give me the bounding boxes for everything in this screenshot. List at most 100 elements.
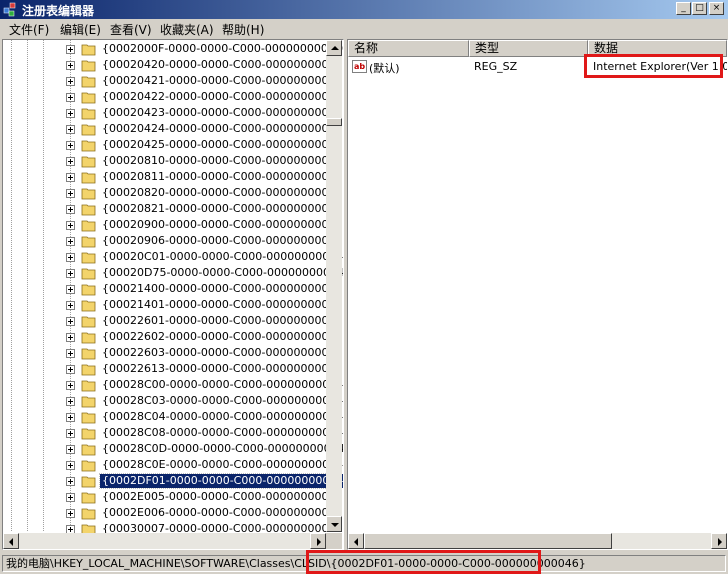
tree-item[interactable]: {0002E005-0000-0000-C000-000000000046}	[3, 489, 343, 505]
expand-plus-icon[interactable]	[66, 381, 75, 390]
expand-plus-icon[interactable]	[66, 413, 75, 422]
scroll-thumb[interactable]	[326, 118, 342, 126]
tree-item-label: {00028C0E-0000-0000-C000-000000000046}	[102, 458, 344, 471]
tree-item[interactable]: {00022613-0000-0000-C000-000000000046}	[3, 361, 343, 377]
tree-item[interactable]: {00028C04-0000-0000-C000-000000000046}	[3, 409, 343, 425]
tree-item[interactable]: {00028C0E-0000-0000-C000-000000000046}	[3, 457, 343, 473]
tree-item[interactable]: {00020811-0000-0000-C000-000000000046}	[3, 169, 343, 185]
open-folder-icon	[81, 476, 96, 488]
tree-horizontal-scrollbar[interactable]	[3, 533, 326, 549]
value-type: REG_SZ	[474, 60, 518, 73]
minimize-button[interactable]: _	[676, 2, 691, 15]
expand-plus-icon[interactable]	[66, 61, 75, 70]
expand-plus-icon[interactable]	[66, 477, 75, 486]
status-path-key: {0002DF01-0000-0000-C000-000000000046}	[330, 557, 586, 570]
expand-plus-icon[interactable]	[66, 269, 75, 278]
tree-item[interactable]: {00020906-0000-0000-C000-000000000046}	[3, 233, 343, 249]
menu-favorites[interactable]: 收藏夹(A)	[160, 21, 214, 38]
tree-item[interactable]: {0002DF01-0000-0000-C000-000000000046}	[3, 473, 343, 489]
tree-item[interactable]: {00020422-0000-0000-C000-000000000046}	[3, 89, 343, 105]
tree-item[interactable]: {00020C01-0000-0000-C000-000000000046}	[3, 249, 343, 265]
menu-file[interactable]: 文件(F)	[9, 21, 49, 38]
close-button[interactable]: ×	[709, 2, 724, 15]
expand-plus-icon[interactable]	[66, 445, 75, 454]
folder-icon	[81, 140, 96, 152]
maximize-button[interactable]: □	[692, 2, 707, 15]
expand-plus-icon[interactable]	[66, 93, 75, 102]
tree-item[interactable]: {00020424-0000-0000-C000-000000000046}	[3, 121, 343, 137]
expand-plus-icon[interactable]	[66, 253, 75, 262]
tree-item[interactable]: {00022601-0000-0000-C000-000000000046}	[3, 313, 343, 329]
tree-item[interactable]: {00021400-0000-0000-C000-000000000046}	[3, 281, 343, 297]
tree-item[interactable]: {00020421-0000-0000-C000-000000000046}	[3, 73, 343, 89]
status-path-prefix: 我的电脑\HKEY_LOCAL_MACHINE\SOFTWARE\Classes…	[6, 557, 331, 570]
key-tree-pane[interactable]: {0002000F-0000-0000-C000-000000000046} {0…	[2, 39, 344, 550]
menu-help[interactable]: 帮助(H)	[222, 21, 264, 38]
tree-item[interactable]: {00028C0D-0000-0000-C000-000000000046}	[3, 441, 343, 457]
list-horizontal-scrollbar[interactable]	[348, 533, 727, 549]
expand-plus-icon[interactable]	[66, 125, 75, 134]
tree-item-label: {00020425-0000-0000-C000-000000000046}	[102, 138, 344, 151]
scroll-up-button[interactable]	[326, 40, 342, 56]
folder-icon	[81, 316, 96, 328]
expand-plus-icon[interactable]	[66, 429, 75, 438]
expand-plus-icon[interactable]	[66, 365, 75, 374]
scroll-left-button[interactable]	[348, 533, 364, 549]
tree-vertical-scrollbar[interactable]	[326, 40, 342, 532]
expand-plus-icon[interactable]	[66, 349, 75, 358]
tree-item[interactable]: {00020900-0000-0000-C000-000000000046}	[3, 217, 343, 233]
tree-item-label: {00020C01-0000-0000-C000-000000000046}	[102, 250, 344, 263]
tree-item[interactable]: {00020423-0000-0000-C000-000000000046}	[3, 105, 343, 121]
scroll-thumb[interactable]	[364, 533, 612, 549]
tree-item[interactable]: {0002E006-0000-0000-C000-000000000046}	[3, 505, 343, 521]
tree-item[interactable]: {00020D75-0000-0000-C000-000000000046}	[3, 265, 343, 281]
expand-plus-icon[interactable]	[66, 205, 75, 214]
folder-icon	[81, 396, 96, 408]
folder-icon	[81, 348, 96, 360]
menu-edit[interactable]: 编辑(E)	[60, 21, 101, 38]
tree-item[interactable]: {00028C00-0000-0000-C000-000000000046}	[3, 377, 343, 393]
scroll-left-button[interactable]	[3, 533, 19, 549]
scroll-right-button[interactable]	[711, 533, 727, 549]
scroll-right-button[interactable]	[310, 533, 326, 549]
expand-plus-icon[interactable]	[66, 173, 75, 182]
tree-item[interactable]: {00020425-0000-0000-C000-000000000046}	[3, 137, 343, 153]
tree-item-label: {00028C03-0000-0000-C000-000000000046}	[102, 394, 344, 407]
expand-plus-icon[interactable]	[66, 333, 75, 342]
expand-plus-icon[interactable]	[66, 45, 75, 54]
expand-plus-icon[interactable]	[66, 77, 75, 86]
down-arrow-icon	[331, 523, 339, 527]
expand-plus-icon[interactable]	[66, 237, 75, 246]
expand-plus-icon[interactable]	[66, 461, 75, 470]
tree-item-label: {0002E005-0000-0000-C000-000000000046}	[102, 490, 344, 503]
expand-plus-icon[interactable]	[66, 493, 75, 502]
column-header-name[interactable]: 名称	[348, 40, 469, 57]
value-row[interactable]: ab (默认) REG_SZ Internet Explorer(Ver 1.0…	[348, 59, 727, 75]
tree-item[interactable]: {0002000F-0000-0000-C000-000000000046}	[3, 41, 343, 57]
tree-item[interactable]: {00020820-0000-0000-C000-000000000046}	[3, 185, 343, 201]
tree-item[interactable]: {00028C03-0000-0000-C000-000000000046}	[3, 393, 343, 409]
expand-plus-icon[interactable]	[66, 317, 75, 326]
expand-plus-icon[interactable]	[66, 301, 75, 310]
values-list-pane[interactable]: 名称 类型 数据 ab (默认) REG_SZ Internet Explore…	[347, 39, 728, 550]
expand-plus-icon[interactable]	[66, 285, 75, 294]
tree-item[interactable]: {00020821-0000-0000-C000-000000000046}	[3, 201, 343, 217]
scroll-down-button[interactable]	[326, 516, 342, 532]
tree-item[interactable]: {00020420-0000-0000-C000-000000000046}	[3, 57, 343, 73]
folder-icon	[81, 156, 96, 168]
expand-plus-icon[interactable]	[66, 157, 75, 166]
expand-plus-icon[interactable]	[66, 509, 75, 518]
tree-item[interactable]: {00020810-0000-0000-C000-000000000046}	[3, 153, 343, 169]
tree-item[interactable]: {00021401-0000-0000-C000-000000000046}	[3, 297, 343, 313]
column-header-data[interactable]: 数据	[588, 40, 727, 57]
tree-item[interactable]: {00028C08-0000-0000-C000-000000000046}	[3, 425, 343, 441]
expand-plus-icon[interactable]	[66, 397, 75, 406]
expand-plus-icon[interactable]	[66, 109, 75, 118]
expand-plus-icon[interactable]	[66, 189, 75, 198]
tree-item[interactable]: {00022602-0000-0000-C000-000000000046}	[3, 329, 343, 345]
menu-view[interactable]: 查看(V)	[110, 21, 152, 38]
tree-item[interactable]: {00022603-0000-0000-C000-000000000046}	[3, 345, 343, 361]
expand-plus-icon[interactable]	[66, 221, 75, 230]
expand-plus-icon[interactable]	[66, 141, 75, 150]
column-header-type[interactable]: 类型	[469, 40, 588, 57]
